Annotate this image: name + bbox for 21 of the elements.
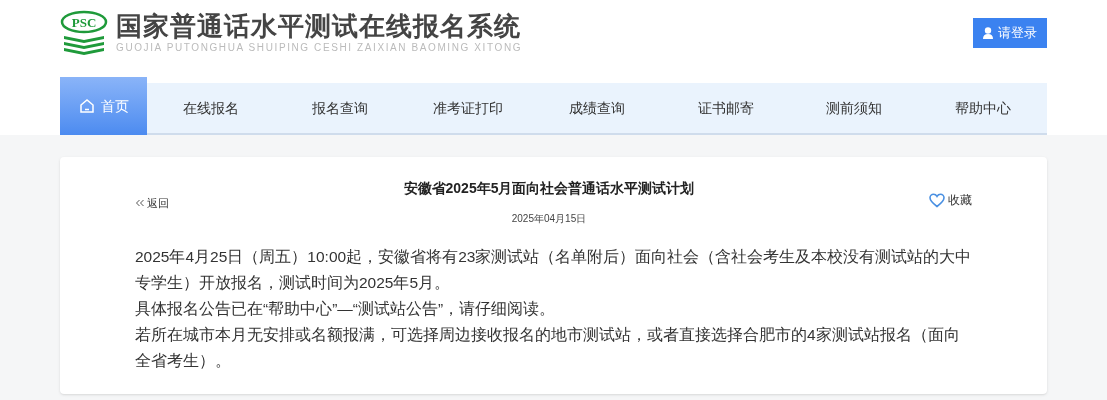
- nav-tab[interactable]: 帮助中心: [918, 83, 1048, 133]
- article-paragraph: 2025年4月25日（周五）10:00起，安徽省将有23家测试站（名单附后）面向社会（含社会考生及本校没有测试站的大中专学生）开放报名，测试时间为2025年5月。: [135, 247, 973, 293]
- article-date: 2025年04月15日: [511, 212, 587, 226]
- nav-tab[interactable]: 证书邮寄: [661, 83, 790, 133]
- article-title: 安徽省2025年5月面向社会普通话水平测试计划: [403, 179, 695, 197]
- user-icon: [983, 27, 993, 39]
- favorite-button[interactable]: 收藏: [929, 191, 972, 209]
- article-paragraph: 具体报名公告已在“帮助中心”—“测试站公告”，请仔细阅读。: [135, 299, 557, 319]
- nav-tab[interactable]: 准考证打印: [404, 83, 533, 133]
- home-icon: [78, 98, 95, 114]
- site-subtitle: GUOJIA PUTONGHUA SHUIPING CESHI ZAIXIAN BAOMING XITONG: [116, 42, 523, 54]
- login-button[interactable]: 请登录: [973, 18, 1047, 48]
- double-chevron-icon: [135, 199, 145, 208]
- heart-icon: [929, 192, 945, 208]
- nav-tab[interactable]: 测前须知: [789, 83, 919, 133]
- site-title: 国家普通话水平测试在线报名系统: [116, 12, 522, 42]
- nav-tab[interactable]: 成绩查询: [532, 83, 662, 133]
- article-paragraph: 若所在城市本月无安排或名额报满，可选择周边接收报名的地市测试站，或者直接选择合肥市的4家测试站报名（面向全省考生）。: [135, 325, 961, 371]
- back-link[interactable]: 返回: [135, 195, 169, 212]
- nav-tab[interactable]: 报名查询: [275, 83, 405, 133]
- nav-tab[interactable]: 在线报名: [147, 83, 276, 133]
